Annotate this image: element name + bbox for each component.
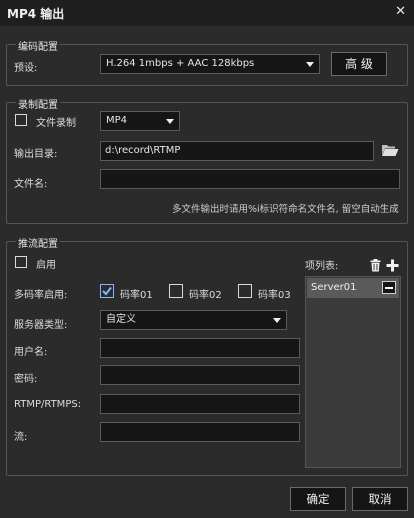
- server-item-label: Server01: [311, 282, 357, 293]
- server-list[interactable]: Server01: [305, 276, 401, 468]
- filename-hint: 多文件输出时请用%i标识符命名文件名, 留空自动生成: [172, 204, 399, 215]
- filename-field[interactable]: [100, 169, 400, 189]
- enable-stream-checkbox[interactable]: [15, 256, 27, 268]
- items-list-label: 项列表:: [305, 261, 339, 272]
- server-type-label: 服务器类型:: [14, 320, 68, 331]
- folder-icon[interactable]: [381, 142, 399, 158]
- output-dir-label: 输出目录:: [14, 149, 58, 160]
- server-type-value: 自定义: [106, 314, 136, 325]
- check-icon: [102, 286, 112, 296]
- password-label: 密码:: [14, 374, 38, 385]
- title-bar: MP4 输出 ✕: [0, 0, 414, 26]
- close-icon[interactable]: ✕: [395, 4, 406, 19]
- filename-label: 文件名:: [14, 179, 48, 190]
- preset-select[interactable]: H.264 1mbps + AAC 128kbps: [100, 54, 320, 74]
- cancel-button[interactable]: 取消: [352, 487, 408, 511]
- multi-bitrate-label: 多码率启用:: [14, 290, 68, 301]
- rtmp-field[interactable]: [100, 394, 300, 414]
- plus-icon[interactable]: [386, 259, 399, 272]
- trash-icon[interactable]: [370, 259, 381, 272]
- bitrate-03-label: 码率03: [258, 290, 291, 301]
- stream-label: 流:: [14, 432, 28, 443]
- advanced-button[interactable]: 高 级: [331, 52, 387, 76]
- chevron-down-icon: [273, 318, 281, 323]
- chevron-down-icon: [306, 62, 314, 67]
- preset-label: 预设:: [14, 63, 38, 74]
- bitrate-02-label: 码率02: [189, 290, 222, 301]
- bitrate-03-checkbox[interactable]: [238, 284, 252, 298]
- bitrate-02-checkbox[interactable]: [169, 284, 183, 298]
- file-record-checkbox[interactable]: [15, 114, 27, 126]
- chevron-down-icon: [166, 119, 174, 124]
- window-title: MP4 输出: [7, 7, 65, 21]
- output-dir-field[interactable]: d:\record\RTMP: [100, 141, 374, 161]
- rtmp-label: RTMP/RTMPS:: [14, 399, 82, 410]
- bitrate-01-checkbox[interactable]: [100, 284, 114, 298]
- password-field[interactable]: [100, 365, 300, 385]
- stream-field[interactable]: [100, 422, 300, 442]
- ok-button[interactable]: 确定: [290, 487, 346, 511]
- file-record-label: 文件录制: [36, 118, 76, 129]
- output-dir-value: d:\record\RTMP: [105, 145, 181, 156]
- minus-icon[interactable]: [382, 281, 396, 294]
- username-field[interactable]: [100, 338, 300, 358]
- list-item[interactable]: Server01: [307, 278, 399, 298]
- recording-group-label: 录制配置: [16, 96, 60, 111]
- bitrate-01-label: 码率01: [120, 290, 153, 301]
- streaming-group-label: 推流配置: [16, 235, 60, 250]
- username-label: 用户名:: [14, 347, 48, 358]
- format-select[interactable]: MP4: [100, 111, 180, 131]
- encoding-group-label: 编码配置: [16, 38, 60, 53]
- format-value: MP4: [106, 115, 128, 126]
- preset-value: H.264 1mbps + AAC 128kbps: [106, 58, 255, 69]
- enable-stream-label: 启用: [36, 260, 56, 271]
- server-type-select[interactable]: 自定义: [100, 310, 287, 330]
